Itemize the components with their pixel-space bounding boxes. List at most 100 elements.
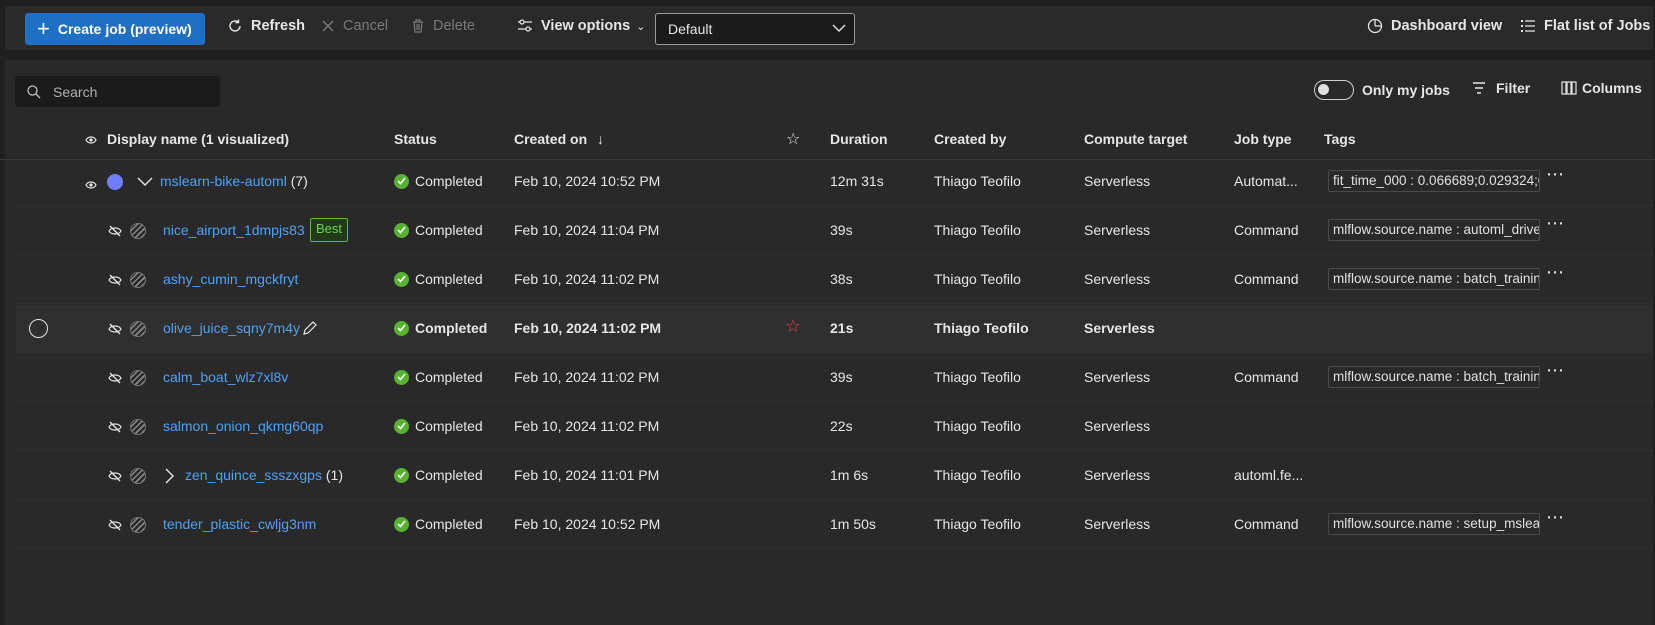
favorite-star-icon[interactable]: ☆ [786,129,800,149]
eye-off-icon[interactable] [108,469,122,485]
col-created-by[interactable]: Created by [934,131,1006,147]
job-name-link[interactable]: salmon_onion_qkmg60qp [163,418,323,434]
compute-target-cell: Serverless [1084,467,1151,483]
tag-chip[interactable]: mlflow.source.name : batch_training [1328,268,1540,290]
status-cell: Completed [394,516,483,532]
refresh-label: Refresh [251,18,305,34]
status-cell: Completed [394,369,483,385]
created-on-cell: Feb 10, 2024 10:52 PM [514,516,661,532]
eye-icon[interactable] [85,135,97,145]
tag-chip[interactable]: mlflow.source.name : setup_mslearn [1328,513,1540,535]
tag-chip[interactable]: fit_time_000 : 0.066689;0.029324;0. [1328,170,1540,192]
refresh-button[interactable]: Refresh [227,18,305,34]
duration-cell: 38s [830,271,853,287]
created-on-cell: Feb 10, 2024 11:02 PM [514,271,660,287]
job-name-link[interactable]: calm_boat_wlz7xl8v [163,369,288,385]
eye-off-icon[interactable] [108,322,122,338]
more-options-icon[interactable]: ⋯ [1546,262,1565,283]
tag-chip[interactable]: mlflow.source.name : batch_training [1328,366,1540,388]
sort-down-icon: ↓ [597,131,605,147]
col-created-on-label: Created on [514,131,588,147]
favorite-star-icon[interactable]: ☆ [785,316,801,337]
job-name-link[interactable]: tender_plastic_cwljg3nm [163,516,316,532]
job-type-cell: Automat... [1234,173,1298,189]
chevron-down-icon[interactable] [137,177,153,187]
job-name-cell: calm_boat_wlz7xl8v [163,369,288,385]
status-text: Completed [415,516,483,532]
status-cell: Completed [394,173,483,189]
more-options-icon[interactable]: ⋯ [1546,213,1565,234]
series-color-dot[interactable] [107,174,123,190]
table-row[interactable]: olive_juice_sqny7m4y ☆ Completed Feb 10, 20… [16,305,1653,353]
table-row[interactable]: zen_quince_ssszxgps (1) Completed Feb 10, … [16,452,1653,500]
job-color-swatch[interactable] [130,468,146,484]
job-color-swatch[interactable] [130,272,146,288]
check-circle-icon [394,467,409,483]
job-color-swatch[interactable] [130,517,146,533]
search-input[interactable]: Search [15,76,220,107]
job-color-swatch[interactable] [130,321,146,337]
create-job-button[interactable]: + Create job (preview) [25,13,205,45]
eye-off-icon[interactable] [108,420,122,436]
cancel-button[interactable]: Cancel [321,18,388,34]
table-row[interactable]: ashy_cumin_mgckfryt Completed Feb 10, 2024… [16,256,1653,304]
job-color-swatch[interactable] [130,370,146,386]
eye-off-icon[interactable] [108,371,122,387]
col-duration[interactable]: Duration [830,131,888,147]
table-row[interactable]: calm_boat_wlz7xl8v Completed Feb 10, 2024 … [16,354,1653,402]
edit-pencil-icon[interactable] [302,320,318,336]
eye-off-icon[interactable] [108,224,122,240]
tag-chip[interactable]: mlflow.source.name : automl_driver.py [1328,219,1540,241]
job-name-link[interactable]: olive_juice_sqny7m4y [163,320,300,336]
col-tags[interactable]: Tags [1324,131,1356,147]
status-cell: Completed [394,418,483,434]
eye-off-icon[interactable] [108,518,122,534]
table-row[interactable]: nice_airport_1dmpjs83 Best Completed Feb 10… [16,207,1653,255]
job-name-cell: mslearn-bike-automl (7) [160,173,308,189]
job-color-swatch[interactable] [130,419,146,435]
created-on-cell: Feb 10, 2024 11:04 PM [514,222,660,238]
delete-button[interactable]: Delete [411,18,475,34]
view-options-button[interactable]: View options ⌄ [517,18,645,34]
job-color-swatch[interactable] [130,223,146,239]
created-by-cell: Thiago Teofilo [934,320,1029,336]
job-name-link[interactable]: zen_quince_ssszxgps [185,467,322,483]
col-job-type[interactable]: Job type [1234,131,1292,147]
row-select-radio[interactable] [29,319,48,338]
view-select[interactable]: Default [655,13,855,45]
view-select-value: Default [668,21,713,37]
duration-cell: 12m 31s [830,173,884,189]
table-row[interactable]: tender_plastic_cwljg3nm Completed Feb 10, … [16,501,1653,549]
more-options-icon[interactable]: ⋯ [1546,164,1565,185]
filter-button[interactable]: Filter [1472,80,1530,96]
eye-off-icon[interactable] [108,273,122,289]
eye-icon[interactable] [85,177,97,193]
job-name-link[interactable]: nice_airport_1dmpjs83 [163,222,305,238]
col-created-on[interactable]: Created on ↓ [514,131,604,147]
duration-cell: 22s [830,418,853,434]
col-compute-target[interactable]: Compute target [1084,131,1187,147]
col-status[interactable]: Status [394,131,437,147]
created-on-cell: Feb 10, 2024 11:02 PM [514,320,662,336]
table-row[interactable]: salmon_onion_qkmg60qp Completed Feb 10, 20… [16,403,1653,451]
chevron-right-icon[interactable] [165,468,175,484]
more-options-icon[interactable]: ⋯ [1546,507,1565,528]
table-row[interactable]: mslearn-bike-automl (7) Completed Feb 10, … [16,158,1653,206]
dashboard-view-button[interactable]: Dashboard view [1367,18,1502,34]
more-options-icon[interactable]: ⋯ [1546,360,1565,381]
only-my-jobs-toggle[interactable]: Only my jobs [1314,80,1450,100]
status-cell: Completed [394,467,483,483]
compute-target-cell: Serverless [1084,222,1151,238]
status-cell: Completed [394,271,483,287]
job-name-cell: nice_airport_1dmpjs83 [163,222,305,238]
dashboard-view-label: Dashboard view [1391,18,1503,34]
status-cell: Completed [394,222,483,238]
create-job-label: Create job (preview) [57,21,192,37]
child-count: (1) [325,467,343,483]
job-name-link[interactable]: ashy_cumin_mgckfryt [163,271,298,287]
job-name-link[interactable]: mslearn-bike-automl [160,173,287,189]
flat-list-button[interactable]: Flat list of Jobs [1520,18,1650,34]
toggle-switch[interactable] [1314,80,1354,100]
col-display-name[interactable]: Display name (1 visualized) [107,131,289,147]
columns-button[interactable]: Columns [1561,80,1642,96]
